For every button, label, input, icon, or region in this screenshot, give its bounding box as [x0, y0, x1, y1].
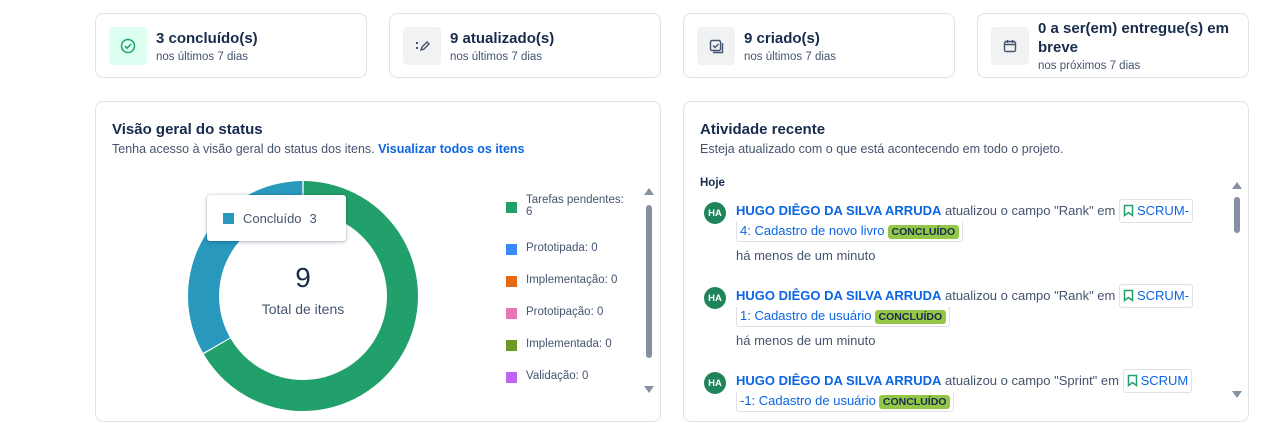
checkbox-icon [697, 26, 735, 65]
stat-card-created[interactable]: 9 criado(s) nos últimos 7 dias [683, 13, 955, 78]
legend-item-prototipada[interactable]: Prototipada: 0 [506, 242, 631, 255]
legend-swatch [506, 202, 517, 213]
recent-activity-panel: Atividade recente Esteja atualizado com … [683, 101, 1249, 422]
legend-swatch [506, 340, 517, 351]
total-label: Total de itens [261, 301, 345, 317]
scroll-down-arrow-icon[interactable] [1232, 391, 1242, 398]
view-all-items-link[interactable]: Visualizar todos os itens [378, 142, 524, 156]
legend-scrollbar[interactable] [644, 188, 654, 393]
status-badge: CONCLUÍDO [878, 395, 951, 409]
legend-swatch [506, 276, 517, 287]
bookmark-icon [1123, 204, 1134, 217]
legend-label: Validação: 0 [526, 370, 589, 382]
stat-value: 9 criado(s) [744, 29, 820, 47]
stat-card-due-soon[interactable]: 0 a ser(em) entregue(s) em breve nos pró… [977, 13, 1249, 78]
issue-title-link[interactable]: 4: Cadastro de novo livro CONCLUÍDO [736, 222, 964, 242]
avatar[interactable]: HA [704, 372, 726, 394]
tooltip-label: Concluído [243, 210, 302, 226]
stat-sub: nos últimos 7 dias [450, 50, 543, 63]
issue-title-link[interactable]: -1: Cadastro de usuário CONCLUÍDO [736, 392, 955, 412]
status-badge: CONCLUÍDO [874, 310, 947, 324]
stat-value-line1: 0 a ser(em) entregue(s) em [1038, 20, 1229, 37]
panel-title: Atividade recente [700, 121, 826, 138]
tooltip-swatch [223, 212, 234, 224]
check-circle-icon [109, 26, 147, 65]
legend-item-implementada[interactable]: Implementada: 0 [506, 338, 631, 351]
panel-subtitle: Esteja atualizado com o que está acontec… [700, 142, 1064, 156]
panel-subtitle: Tenha acesso à visão geral do status dos… [112, 142, 525, 156]
stat-value: 3 concluído(s) [156, 29, 258, 47]
scroll-thumb[interactable] [1234, 197, 1240, 233]
legend-swatch [506, 372, 517, 383]
user-link[interactable]: HUGO DIÊGO DA SILVA ARRUDA [736, 203, 941, 218]
legend-value: 6 [526, 206, 533, 218]
stat-card-updated[interactable]: 9 atualizado(s) nos últimos 7 dias [389, 13, 661, 78]
activity-time: há menos de um minuto [736, 248, 876, 263]
status-badge: CONCLUÍDO [887, 225, 960, 239]
legend-label: Tarefas pendentes: [526, 194, 624, 206]
panel-title: Visão geral do status [112, 121, 263, 138]
scroll-up-arrow-icon[interactable] [1232, 182, 1242, 189]
legend-item-prototipacao[interactable]: Prototipação: 0 [506, 306, 631, 319]
total-count: 9 [295, 262, 311, 293]
user-link[interactable]: HUGO DIÊGO DA SILVA ARRUDA [736, 288, 941, 303]
legend-item-pending[interactable]: Tarefas pendentes: 6 [506, 194, 631, 218]
stat-value: 9 atualizado(s) [450, 29, 555, 47]
scroll-down-arrow-icon[interactable] [644, 386, 654, 393]
legend-label: Prototipada: 0 [526, 242, 598, 254]
status-overview-panel: Visão geral do status Tenha acesso à vis… [95, 101, 661, 422]
issue-title-link[interactable]: 1: Cadastro de usuário CONCLUÍDO [736, 307, 951, 327]
tooltip-value: 3 [309, 210, 317, 226]
issue-key-link[interactable]: SCRUM [1122, 369, 1193, 393]
legend-label: Prototipação: 0 [526, 306, 604, 318]
calendar-icon [991, 26, 1029, 65]
scroll-up-arrow-icon[interactable] [644, 188, 654, 195]
legend-item-validacao[interactable]: Validação: 0 [506, 370, 631, 383]
activity-action: atualizou o campo "Rank" em [944, 288, 1116, 303]
legend-item-implementacao[interactable]: Implementação: 0 [506, 274, 631, 287]
avatar[interactable]: HA [704, 202, 726, 224]
user-link[interactable]: HUGO DIÊGO DA SILVA ARRUDA [736, 373, 941, 388]
stat-sub: nos últimos 7 dias [156, 50, 249, 63]
avatar[interactable]: HA [704, 287, 726, 309]
legend-swatch [506, 308, 517, 319]
day-heading: Hoje [700, 177, 725, 189]
stat-card-completed[interactable]: 3 concluído(s) nos últimos 7 dias [95, 13, 367, 78]
legend-label: Implementada: 0 [526, 338, 612, 350]
bookmark-icon [1127, 374, 1137, 387]
stat-sub: nos últimos 7 dias [744, 50, 837, 63]
chart-tooltip: Concluído 3 [207, 195, 346, 241]
legend-label: Implementação: 0 [526, 274, 618, 286]
activity-action: atualizou o campo "Sprint" em [944, 373, 1119, 388]
activity-action: atualizou o campo "Rank" em [944, 203, 1116, 218]
stat-value-line2: breve [1038, 39, 1079, 56]
stat-sub: nos próximos 7 dias [1038, 60, 1141, 72]
activity-scrollbar[interactable] [1232, 182, 1242, 398]
bookmark-icon [1123, 289, 1134, 302]
edit-list-icon [403, 26, 441, 65]
activity-time: há menos de um minuto [736, 333, 876, 348]
legend-swatch [506, 244, 517, 255]
issue-key-link[interactable]: SCRUM- [1118, 284, 1193, 308]
scroll-thumb[interactable] [646, 205, 652, 358]
issue-key-link[interactable]: SCRUM- [1118, 199, 1193, 223]
